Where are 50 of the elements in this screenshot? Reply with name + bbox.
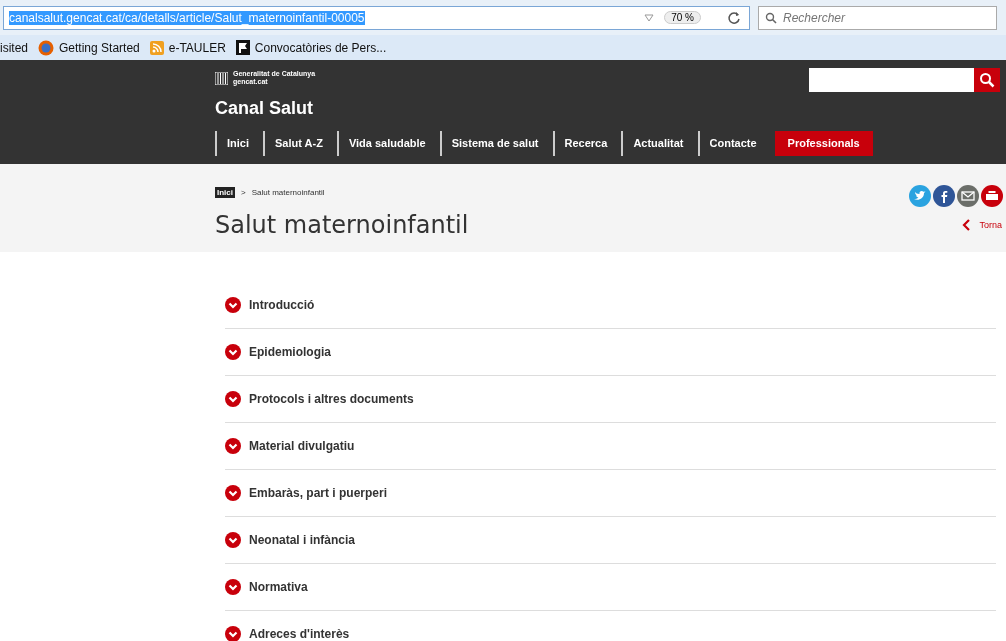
flag-stripes-icon xyxy=(215,71,228,85)
chevron-circle-icon[interactable] xyxy=(225,485,241,501)
nav-tab[interactable]: Inici xyxy=(215,131,259,156)
chevron-circle-icon[interactable] xyxy=(225,391,241,407)
bookmark-link[interactable]: isited xyxy=(0,40,28,55)
nav-tab[interactable]: Salut A-Z xyxy=(263,131,333,156)
accordion-item[interactable]: Epidemiologia xyxy=(249,345,331,359)
search-icon xyxy=(765,11,777,24)
search-button[interactable] xyxy=(974,68,1000,92)
nav-tab[interactable]: Professionals xyxy=(774,131,873,156)
chevron-left-icon xyxy=(962,219,972,231)
email-share-icon[interactable] xyxy=(957,185,979,207)
chevron-circle-icon[interactable] xyxy=(225,344,241,360)
back-link[interactable]: Torna xyxy=(962,219,1002,231)
address-bar[interactable]: canalsalut.gencat.cat/ca/detalls/article/Salut_maternoinfantil-00005 70 % xyxy=(3,5,750,30)
chevron-circle-icon[interactable] xyxy=(225,579,241,595)
accordion-item[interactable]: Protocols i altres documents xyxy=(249,392,414,406)
reload-icon[interactable] xyxy=(727,10,741,25)
bookmark-link[interactable]: Convocatòries de Pers... xyxy=(254,40,387,55)
facebook-share-icon[interactable] xyxy=(933,185,955,207)
site-search-field[interactable] xyxy=(809,68,974,92)
bookmark-link[interactable]: e-TAULER xyxy=(168,40,226,55)
chevron-circle-icon[interactable] xyxy=(225,297,241,313)
page-title: Salut maternoinfantil xyxy=(215,211,469,239)
flag-icon xyxy=(235,40,250,55)
nav-tab[interactable]: Actualitat xyxy=(621,131,694,156)
breadcrumb-link[interactable]: Inici xyxy=(215,186,235,198)
accordion-item[interactable]: Introducció xyxy=(249,298,315,312)
breadcrumb-separator: > xyxy=(241,187,246,197)
nav-tab[interactable]: Vida saludable xyxy=(336,131,436,156)
accordion-item[interactable]: Normativa xyxy=(249,580,308,594)
nav-tab[interactable]: Recerca xyxy=(552,131,618,156)
nav-tab[interactable]: Sistema de salut xyxy=(439,131,549,156)
zoom-indicator[interactable]: 70 % xyxy=(664,11,701,24)
accordion-item[interactable]: Material divulgatiu xyxy=(249,439,355,453)
accordion-item[interactable]: Neonatal i infància xyxy=(249,533,356,547)
breadcrumb-current: Salut maternoinfantil xyxy=(251,187,325,197)
bookmark-link[interactable]: Getting Started xyxy=(59,40,140,55)
print-icon[interactable] xyxy=(981,185,1003,207)
globe-icon xyxy=(38,39,54,56)
chevron-circle-icon[interactable] xyxy=(225,532,241,548)
accordion-item[interactable]: Embaràs, part i puerperi xyxy=(249,486,388,500)
url-text: canalsalut.gencat.cat/ca/detalls/article/Salut_maternoinfantil-00005 xyxy=(9,10,365,25)
chevron-circle-icon[interactable] xyxy=(225,438,241,454)
search-field[interactable]: Rechercher xyxy=(758,5,997,30)
feed-icon xyxy=(149,40,164,55)
nav-tab[interactable]: Contacte xyxy=(697,131,767,156)
search-icon xyxy=(979,72,995,88)
accordion-item[interactable]: Adreces d'interès xyxy=(249,627,350,641)
site-title[interactable]: Canal Salut xyxy=(215,98,1003,119)
